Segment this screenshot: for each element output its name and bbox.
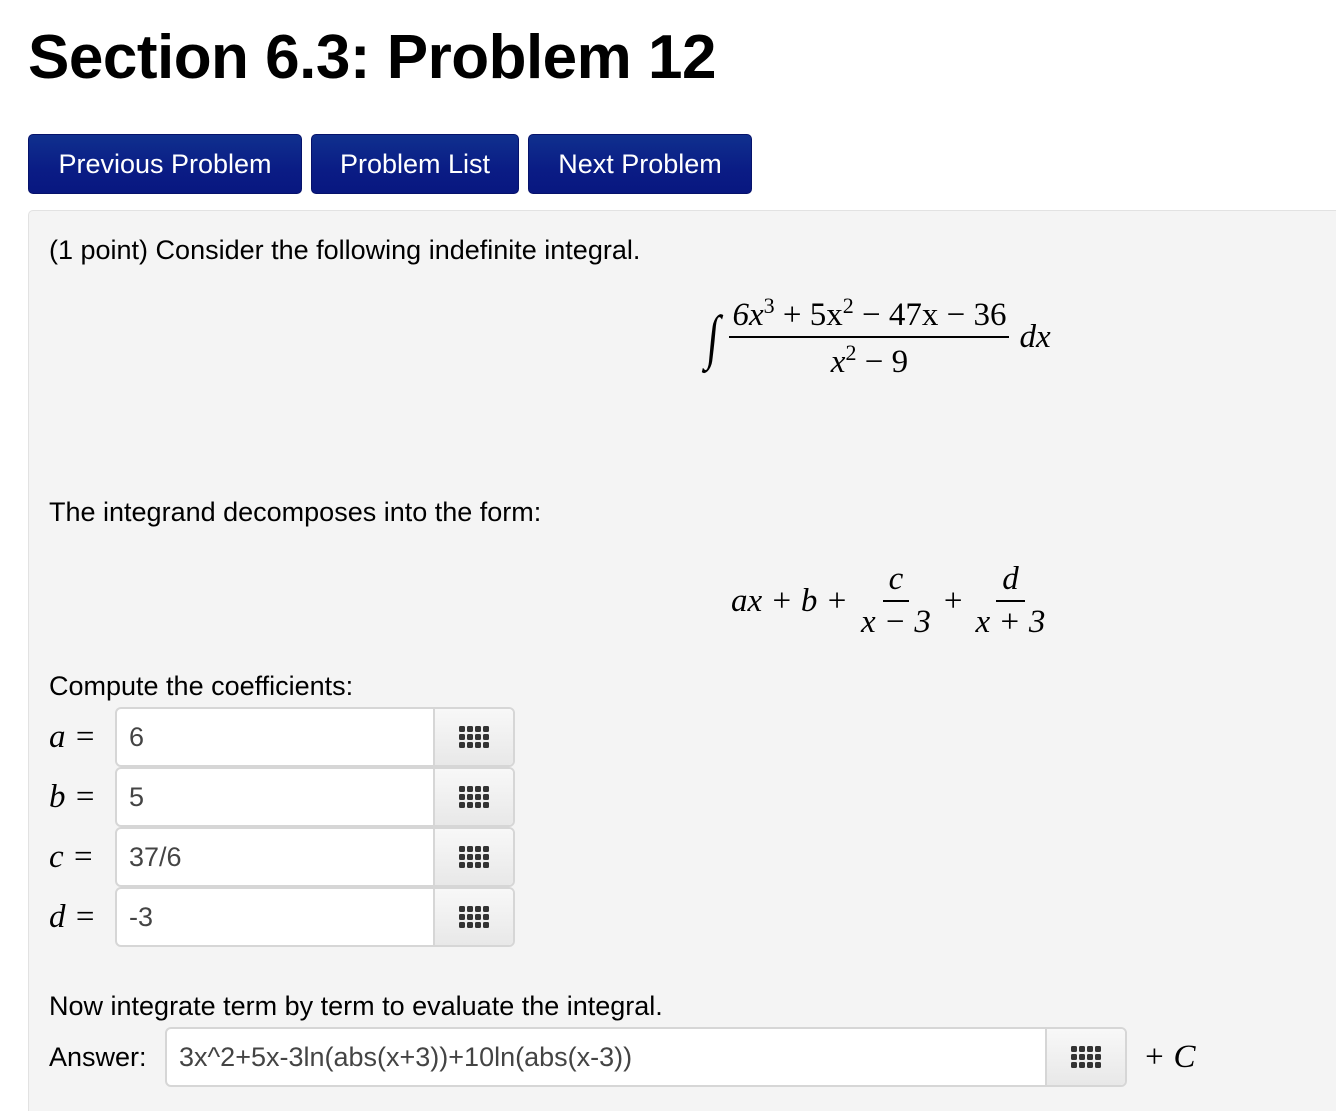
coefficient-a-field [115, 707, 515, 767]
coefficient-d-row: d = [49, 887, 515, 947]
keypad-grid-icon [459, 846, 489, 868]
keypad-grid-icon [459, 906, 489, 928]
coefficient-c-label: c = [49, 838, 95, 875]
coefficient-a-input[interactable] [117, 709, 433, 765]
coefficient-d-input[interactable] [117, 889, 433, 945]
coefficient-d-field [115, 887, 515, 947]
previous-problem-button[interactable]: Previous Problem [28, 134, 302, 194]
next-problem-button[interactable]: Next Problem [528, 134, 752, 194]
coefficient-c-row: c = [49, 827, 515, 887]
problem-list-button[interactable]: Problem List [311, 134, 519, 194]
coefficient-a-label: a = [49, 718, 97, 755]
decomposition-form: ax + b + c x − 3 + d x + 3 [731, 561, 1048, 641]
answer-row: Answer: + C [49, 1027, 1196, 1087]
equation-editor-button[interactable] [433, 889, 513, 945]
answer-label: Answer: [49, 1041, 147, 1072]
coefficient-a-row: a = [49, 707, 515, 767]
coefficient-b-input[interactable] [117, 769, 433, 825]
coefficient-b-field [115, 767, 515, 827]
constant-of-integration: + C [1143, 1038, 1196, 1075]
coefficient-c-input[interactable] [117, 829, 433, 885]
coefficient-b-row: b = [49, 767, 515, 827]
coefficient-c-field [115, 827, 515, 887]
answer-field [165, 1027, 1127, 1087]
equation-editor-button[interactable] [433, 829, 513, 885]
problem-intro: (1 point) Consider the following indefin… [49, 235, 641, 265]
integrand-denominator: x2 − 9 [830, 340, 909, 380]
keypad-grid-icon [459, 786, 489, 808]
form-fraction-d: d x + 3 [975, 561, 1046, 640]
page-title: Section 6.3: Problem 12 [28, 23, 716, 92]
integral-expression: ∫ 6x3 + 5x2 − 47x − 36 x2 − 9 dx [704, 293, 1051, 381]
equation-editor-button[interactable] [1045, 1029, 1125, 1085]
keypad-grid-icon [459, 726, 489, 748]
equation-editor-button[interactable] [433, 769, 513, 825]
equation-editor-button[interactable] [433, 709, 513, 765]
decompose-text: The integrand decomposes into the form: [49, 497, 542, 527]
integral-sign-icon: ∫ [704, 303, 723, 370]
integrand-fraction: 6x3 + 5x2 − 47x − 36 x2 − 9 [729, 293, 1010, 381]
answer-input[interactable] [167, 1029, 1045, 1085]
coefficient-d-label: d = [49, 898, 97, 935]
integrate-prompt: Now integrate term by term to evaluate t… [49, 991, 663, 1021]
differential: dx [1019, 318, 1051, 355]
problem-panel: (1 point) Consider the following indefin… [28, 210, 1336, 1111]
problem-navigation: Previous Problem Problem List Next Probl… [28, 134, 752, 194]
form-prefix: ax + b + [731, 582, 848, 619]
coefficient-b-label: b = [49, 778, 97, 815]
form-fraction-c: c x − 3 [860, 561, 931, 640]
keypad-grid-icon [1071, 1046, 1101, 1068]
integrand-numerator: 6x3 + 5x2 − 47x − 36 [729, 293, 1010, 338]
coefficients-prompt: Compute the coefficients: [49, 671, 354, 701]
